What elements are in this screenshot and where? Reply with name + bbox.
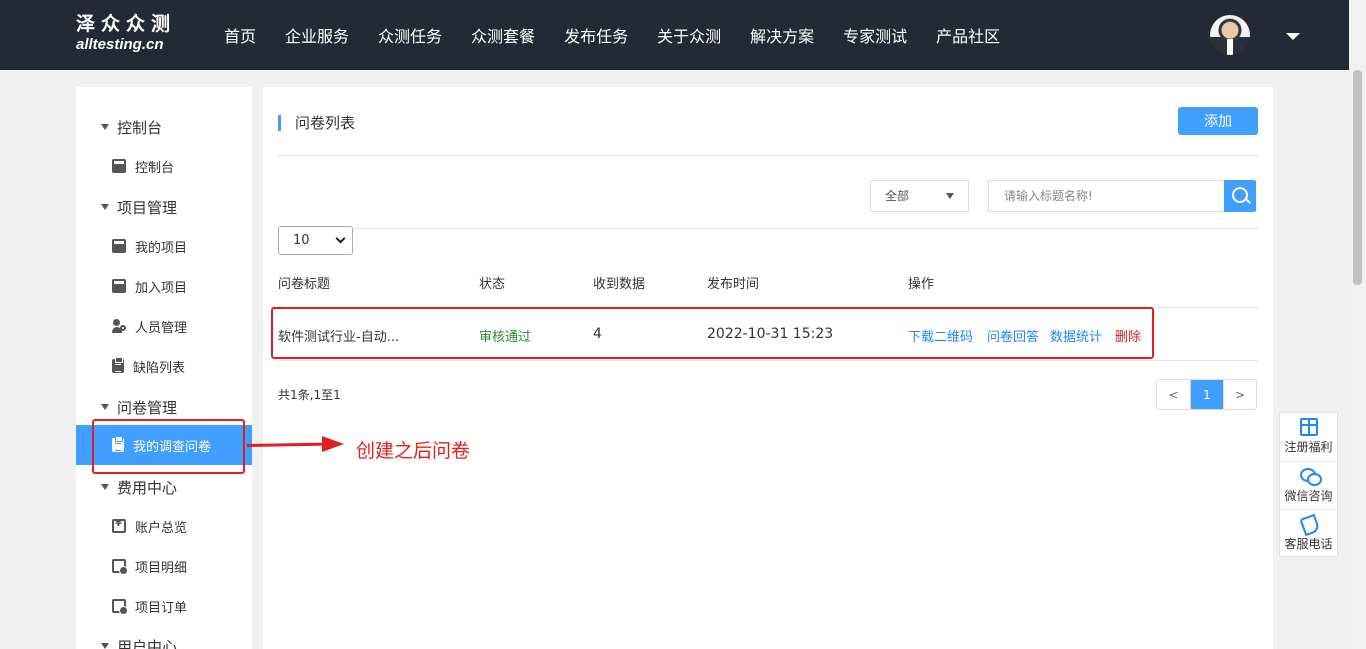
- annotation-text: 创建之后问卷: [356, 440, 471, 462]
- sidebar: 控制台 控制台 项目管理 我的项目 加入项目 人员管理 缺陷列表 问卷管理 我的…: [76, 87, 252, 649]
- next-page-button[interactable]: >: [1223, 380, 1256, 409]
- divider: [278, 228, 1258, 229]
- search-input[interactable]: [988, 180, 1225, 212]
- column-header-status: 状态: [479, 277, 506, 292]
- page-title: 问卷列表: [295, 114, 356, 132]
- floating-toolbar: 注册福利 微信咨询 客服电话: [1279, 412, 1338, 557]
- sidebar-group-console[interactable]: 控制台: [76, 107, 252, 147]
- column-header-title: 问卷标题: [278, 277, 331, 292]
- sidebar-highlight-box: [92, 419, 245, 474]
- search-icon[interactable]: [1224, 180, 1256, 212]
- nav-enterprise-service[interactable]: 企业服务: [285, 23, 349, 47]
- sidebar-item-label: 项目明细: [135, 560, 188, 576]
- sidebar-group-label: 问卷管理: [117, 398, 178, 417]
- collapse-triangle-icon: [101, 124, 109, 130]
- sidebar-item-defect-list[interactable]: 缺陷列表: [76, 346, 252, 386]
- main-panel: 问卷列表 添加 全部 10 问卷标题 状态 收到数据 发布时间 操作 软件测试行…: [263, 87, 1273, 649]
- collapse-triangle-icon: [101, 643, 109, 649]
- add-button[interactable]: 添加: [1178, 107, 1258, 135]
- column-header-received: 收到数据: [593, 277, 646, 292]
- sidebar-item-project-details[interactable]: 项目明细: [76, 546, 252, 586]
- sidebar-item-label: 加入项目: [135, 280, 188, 296]
- detail-icon: [112, 559, 128, 575]
- nav-solutions[interactable]: 解决方案: [750, 23, 814, 47]
- table-row-divider: [278, 360, 1258, 361]
- annotation-arrow-head: [322, 436, 344, 452]
- detail-icon: [112, 599, 128, 615]
- book-icon: [112, 159, 126, 173]
- sidebar-item-console[interactable]: 控制台: [76, 146, 252, 186]
- nav-expert-test[interactable]: 专家测试: [843, 23, 907, 47]
- nav-crowdtest-tasks[interactable]: 众测任务: [378, 23, 442, 47]
- main-nav: 首页 企业服务 众测任务 众测套餐 发布任务 关于众测 解决方案 专家测试 产品…: [224, 0, 1029, 70]
- logo-cn-text: 泽众众测: [76, 13, 177, 35]
- sidebar-group-label: 控制台: [117, 118, 163, 137]
- user-avatar[interactable]: [1210, 15, 1250, 55]
- column-header-actions: 操作: [908, 277, 935, 292]
- page-1-button[interactable]: 1: [1190, 380, 1223, 409]
- sidebar-item-label: 项目订单: [135, 600, 188, 616]
- nav-home[interactable]: 首页: [224, 23, 256, 47]
- collapse-triangle-icon: [101, 204, 109, 210]
- sidebar-group-user-center[interactable]: 用户中心: [76, 626, 252, 649]
- nav-publish-task[interactable]: 发布任务: [564, 23, 628, 47]
- register-bonus-button[interactable]: 注册福利: [1280, 413, 1337, 461]
- nav-about[interactable]: 关于众测: [657, 23, 721, 47]
- pagination-summary: 共1条,1至1: [278, 388, 341, 402]
- float-label: 微信咨询: [1284, 489, 1333, 503]
- page-scrollbar[interactable]: [1349, 0, 1366, 649]
- wechat-consult-button[interactable]: 微信咨询: [1280, 461, 1337, 509]
- sidebar-item-personnel[interactable]: 人员管理: [76, 306, 252, 346]
- sidebar-item-label: 人员管理: [135, 320, 188, 336]
- money-icon: [112, 518, 126, 533]
- top-navbar: 泽众众测 alltesting.cn 首页 企业服务 众测任务 众测套餐 发布任…: [0, 0, 1366, 70]
- page-size-select[interactable]: 10: [278, 226, 353, 255]
- sidebar-item-account-overview[interactable]: 账户总览: [76, 506, 252, 546]
- float-label: 客服电话: [1284, 537, 1333, 551]
- page-size-value: 10: [293, 233, 310, 248]
- prev-page-button[interactable]: <: [1157, 380, 1190, 409]
- site-logo[interactable]: 泽众众测 alltesting.cn: [76, 13, 176, 55]
- sidebar-group-label: 费用中心: [117, 478, 178, 497]
- wechat-icon: [1299, 467, 1322, 486]
- sidebar-item-project-orders[interactable]: 项目订单: [76, 586, 252, 626]
- gift-icon: [1299, 418, 1318, 436]
- sidebar-group-label: 用户中心: [117, 637, 178, 649]
- users-icon: [112, 319, 126, 333]
- row-highlight-box: [271, 307, 1154, 359]
- pagination: < 1 >: [1156, 379, 1257, 410]
- user-menu-caret-icon[interactable]: [1286, 33, 1300, 40]
- nav-community[interactable]: 产品社区: [936, 23, 1000, 47]
- clipboard-icon: [112, 357, 124, 373]
- customer-phone-button[interactable]: 客服电话: [1280, 509, 1337, 557]
- sidebar-item-join-project[interactable]: 加入项目: [76, 266, 252, 306]
- sidebar-item-label: 缺陷列表: [133, 360, 186, 376]
- dropdown-arrow-icon: [946, 193, 954, 199]
- divider: [278, 155, 1258, 156]
- float-label: 注册福利: [1284, 440, 1333, 454]
- sidebar-item-label: 控制台: [135, 160, 175, 176]
- phone-icon: [1300, 515, 1318, 533]
- book-icon: [112, 239, 126, 253]
- sidebar-group-label: 项目管理: [117, 198, 178, 217]
- chevron-down-icon: [335, 233, 346, 244]
- status-filter-value: 全部: [885, 189, 910, 203]
- logo-en-text: alltesting.cn: [76, 36, 164, 53]
- nav-crowdtest-packages[interactable]: 众测套餐: [471, 23, 535, 47]
- sidebar-item-my-projects[interactable]: 我的项目: [76, 226, 252, 266]
- sidebar-item-label: 账户总览: [135, 520, 188, 536]
- scrollbar-thumb[interactable]: [1353, 70, 1362, 285]
- collapse-triangle-icon: [101, 484, 109, 490]
- status-filter-select[interactable]: 全部: [870, 180, 969, 212]
- book-icon: [112, 279, 126, 293]
- title-accent-bar: [278, 115, 281, 131]
- column-header-publish-time: 发布时间: [707, 277, 760, 292]
- sidebar-item-label: 我的项目: [135, 240, 188, 256]
- collapse-triangle-icon: [101, 404, 109, 410]
- sidebar-group-project-management[interactable]: 项目管理: [76, 187, 252, 227]
